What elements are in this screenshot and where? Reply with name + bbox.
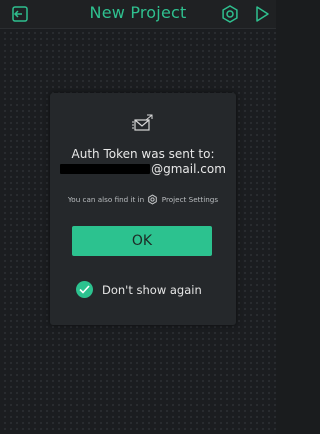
auth-message: Auth Token was sent to: — [71, 147, 215, 161]
gear-icon — [147, 194, 158, 205]
auth-token-dialog: Auth Token was sent to: @gmail.com You c… — [50, 93, 236, 325]
email-domain: @gmail.com — [151, 162, 226, 176]
redacted-email — [60, 164, 151, 174]
hint-suffix: Project Settings — [161, 195, 219, 204]
checkmark-icon[interactable] — [76, 281, 93, 298]
checkbox-label: Don't show again — [102, 283, 202, 297]
play-icon[interactable] — [252, 4, 272, 24]
dont-show-again-checkbox[interactable]: Don't show again — [76, 281, 226, 299]
top-bar: New Project — [0, 0, 276, 29]
hint-prefix: You can also find it in — [67, 195, 145, 204]
mail-sent-icon — [132, 114, 154, 132]
app-screen: New Project Auth Token was sent to: @gma… — [0, 0, 276, 434]
settings-hint: You can also find it in Project Settings — [50, 194, 236, 205]
gear-icon[interactable] — [220, 4, 240, 24]
ok-button[interactable]: OK — [72, 226, 212, 256]
email-line: @gmail.com — [50, 162, 236, 176]
